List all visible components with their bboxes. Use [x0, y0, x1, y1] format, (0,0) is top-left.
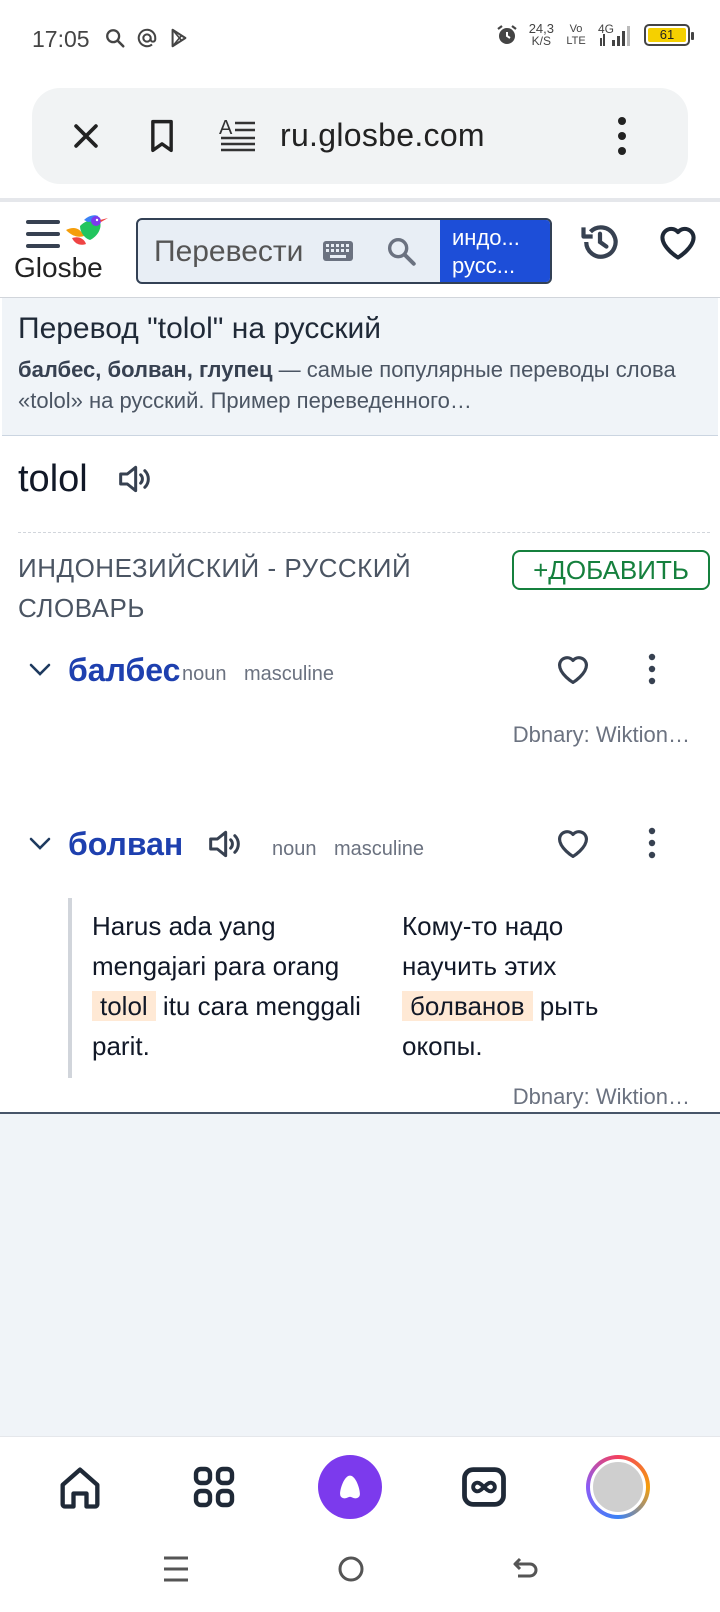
example-translation: Кому-то надо научить этих болванов рыть … [402, 911, 599, 1061]
at-status-icon [137, 28, 157, 48]
profile-avatar[interactable] [586, 1455, 650, 1519]
dashed-divider [18, 532, 710, 533]
gender-tag: masculine [334, 838, 425, 860]
alice-assistant-icon[interactable] [318, 1455, 382, 1519]
signal-icon: 4G [598, 22, 634, 48]
word-heading: tolol [18, 454, 154, 504]
source-attribution[interactable]: Dbnary: Wiktion… [513, 1084, 690, 1110]
favorites-heart-icon[interactable] [656, 220, 700, 264]
battery-level: 61 [648, 28, 686, 42]
svg-text:A: A [219, 118, 233, 139]
heart-icon[interactable] [554, 650, 592, 688]
more-options-icon[interactable] [640, 652, 664, 686]
close-icon[interactable] [62, 112, 110, 160]
search-icon[interactable] [384, 234, 418, 268]
lang-pair-line1: индо... [452, 225, 520, 250]
translation-entry: балбес noun masculine Dbnary: Wiktion… [0, 650, 720, 760]
example-sentence: Harus ada yang mengajari para orang tolo… [68, 898, 688, 1078]
highlight-translation: болванов [402, 991, 533, 1021]
translation-word[interactable]: болван [68, 826, 183, 863]
more-vert-icon[interactable] [598, 112, 646, 160]
browser-toolbar [0, 1436, 720, 1536]
pos-tag: noun [272, 838, 317, 860]
search-box[interactable]: Перевести индо... русс... [136, 218, 552, 284]
source-word: tolol [18, 457, 88, 500]
translation-word[interactable]: балбес [68, 652, 180, 689]
address-bar[interactable]: A ru.glosbe.com [32, 88, 688, 184]
glosbe-logo-icon[interactable] [64, 212, 108, 254]
url-text[interactable]: ru.glosbe.com [280, 117, 485, 154]
more-options-icon[interactable] [640, 826, 664, 860]
logo-text[interactable]: Glosbe [14, 252, 103, 284]
system-navigation-bar [0, 1536, 720, 1612]
summary-text: балбес, болван, глупец — самые популярны… [18, 354, 702, 416]
chevron-down-icon[interactable] [28, 836, 52, 852]
top-translations: балбес, болван, глупец [18, 357, 273, 382]
search-status-icon [106, 29, 125, 48]
translation-entry: болван noun masculine [0, 820, 720, 880]
add-translation-button[interactable]: +ДОБАВИТЬ [512, 550, 710, 590]
tabs-icon[interactable] [452, 1455, 516, 1519]
status-time: 17:05 [32, 26, 90, 52]
speaker-icon[interactable] [204, 824, 244, 864]
lang-pair-line2: русс... [452, 253, 516, 278]
source-attribution[interactable]: Dbnary: Wiktion… [513, 722, 690, 748]
speaker-icon[interactable] [114, 459, 154, 499]
page-title: Перевод "tolol" на русский [18, 312, 381, 345]
services-grid-icon[interactable] [182, 1455, 246, 1519]
keyboard-icon[interactable] [322, 240, 354, 262]
empty-area [0, 1114, 720, 1436]
recent-apps-icon[interactable] [162, 1554, 190, 1584]
pos-tag: noun [182, 663, 227, 685]
language-pair-button[interactable]: индо... русс... [440, 220, 550, 282]
site-header: Glosbe Перевести индо... русс... [0, 202, 720, 298]
alarm-icon [497, 25, 517, 44]
home-icon[interactable] [48, 1455, 112, 1519]
net-speed: 24,3 K/S [528, 21, 554, 48]
home-nav-icon[interactable] [336, 1554, 366, 1584]
dictionary-title: ИНДОНЕЗИЙСКИЙ - РУССКИЙ СЛОВАРЬ [18, 553, 412, 623]
play-store-status-icon [171, 28, 187, 48]
example-source: Harus ada yang mengajari para orang tolo… [92, 911, 361, 1061]
battery-icon: 61 [644, 24, 694, 46]
translation-summary: Перевод "tolol" на русский балбес, болва… [2, 298, 718, 436]
gender-tag: masculine [244, 663, 335, 685]
status-bar: 17:05 24,3 K/S Vo LTE 4G 61 [0, 0, 720, 80]
volte-indicator: Vo LTE [566, 23, 586, 47]
search-input[interactable]: Перевести [154, 235, 303, 269]
back-nav-icon[interactable] [510, 1554, 540, 1584]
reader-mode-icon[interactable]: A [214, 112, 262, 160]
history-icon[interactable] [578, 220, 622, 264]
chevron-down-icon[interactable] [28, 662, 52, 678]
hamburger-menu-icon[interactable] [26, 220, 60, 250]
highlight-source: tolol [92, 991, 156, 1021]
heart-icon[interactable] [554, 824, 592, 862]
bookmark-icon[interactable] [138, 112, 186, 160]
